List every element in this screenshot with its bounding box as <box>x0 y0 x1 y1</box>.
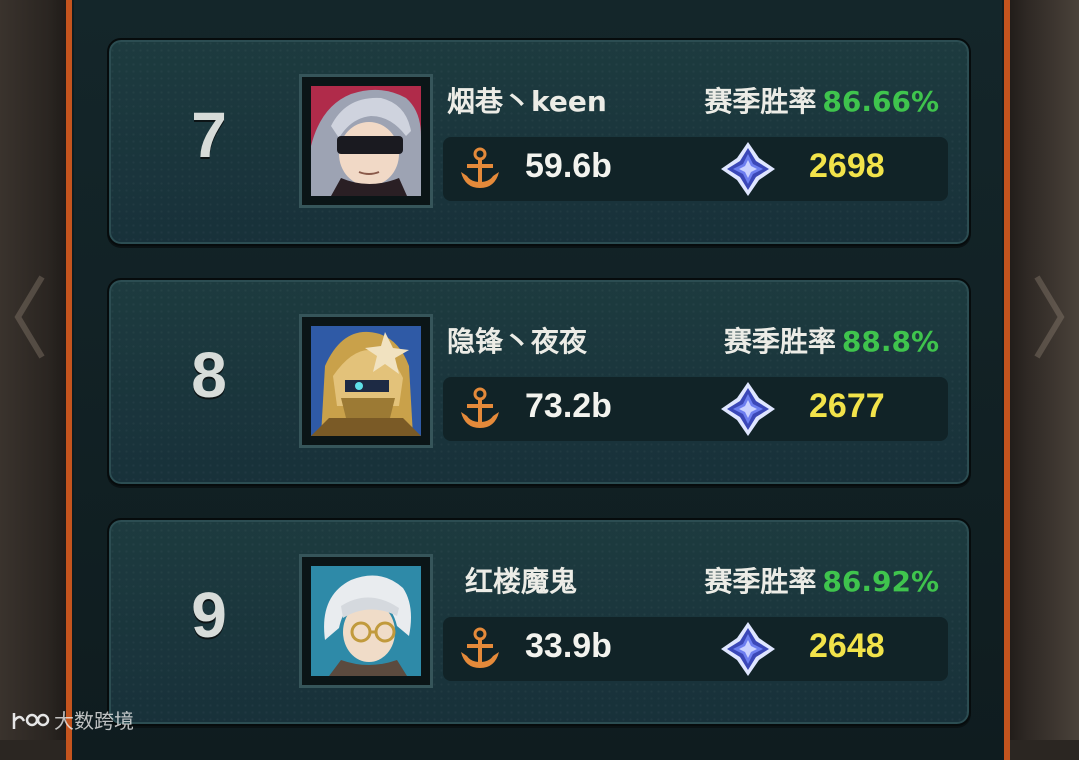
leaderboard-entry[interactable]: 8 隐锋丶夜夜 赛季胜率 88.8% 73.2b 2677 <box>107 278 971 486</box>
winrate-label: 赛季胜率 <box>723 325 836 358</box>
leaderboard-entry[interactable]: 9 红楼魔鬼 赛季胜率 86.92% 33.9b 2648 <box>107 518 971 726</box>
player-name: 红楼魔鬼 <box>465 565 578 598</box>
season-winrate: 赛季胜率 86.66% <box>704 80 939 120</box>
right-chevron-icon <box>1034 275 1065 359</box>
power-value: 73.2b <box>525 387 612 425</box>
watermark: 大数跨境 <box>10 705 134 734</box>
crystal-star-icon <box>721 142 775 196</box>
leaderboard-entry[interactable]: 7 烟巷丶keen 赛季胜率 86.66% 59.6b 2698 <box>107 38 971 246</box>
crystal-star-icon <box>721 622 775 676</box>
winrate-value: 88.8% <box>841 325 939 358</box>
background-right-panel <box>1004 0 1079 740</box>
anchor-icon <box>461 387 499 428</box>
masked-hero-avatar-icon <box>311 86 421 196</box>
player-name: 隐锋丶夜夜 <box>447 325 588 358</box>
score-value: 2648 <box>809 627 885 665</box>
season-winrate: 赛季胜率 88.8% <box>724 320 939 360</box>
stats-bar: 59.6b 2698 <box>443 137 948 201</box>
season-winrate: 赛季胜率 86.92% <box>704 560 939 600</box>
power-value: 33.9b <box>525 627 612 665</box>
winrate-label: 赛季胜率 <box>704 565 817 598</box>
player-avatar[interactable] <box>299 314 433 448</box>
player-avatar[interactable] <box>299 554 433 688</box>
background-left-panel <box>0 0 70 740</box>
stats-bar: 33.9b 2648 <box>443 617 948 681</box>
scholar-avatar-icon <box>311 566 421 676</box>
armored-knight-avatar-icon <box>311 326 421 436</box>
winrate-value: 86.66% <box>822 85 939 118</box>
watermark-logo-icon <box>12 712 50 729</box>
rank-number: 8 <box>191 339 227 411</box>
score-value: 2677 <box>809 387 885 425</box>
winrate-value: 86.92% <box>822 565 939 598</box>
rank-number: 7 <box>191 99 227 171</box>
player-avatar[interactable] <box>299 74 433 208</box>
stats-bar: 73.2b 2677 <box>443 377 948 441</box>
left-chevron-icon <box>14 275 45 359</box>
anchor-icon <box>461 147 499 188</box>
watermark-text: 大数跨境 <box>54 709 134 733</box>
anchor-icon <box>461 627 499 668</box>
power-value: 59.6b <box>525 147 612 185</box>
score-value: 2698 <box>809 147 885 185</box>
winrate-label: 赛季胜率 <box>704 85 817 118</box>
crystal-star-icon <box>721 382 775 436</box>
rank-number: 9 <box>191 579 227 651</box>
player-name: 烟巷丶keen <box>447 85 607 118</box>
